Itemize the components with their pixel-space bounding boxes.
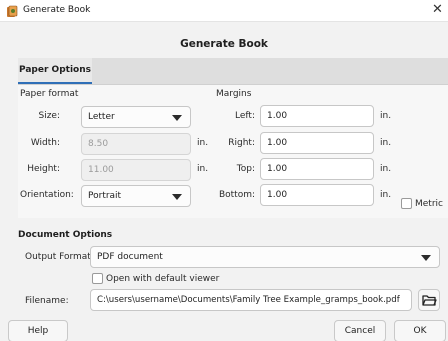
height-label: Height: [27,164,60,174]
cancel-button[interactable]: Cancel [334,320,386,341]
width-field[interactable]: 8.50 [81,133,191,155]
paper-format-label: Paper format [20,89,79,99]
width-unit: in. [197,138,209,148]
left-margin-label: Left: [235,111,255,121]
open-default-viewer-label: Open with default viewer [106,274,220,284]
size-value: Letter [88,112,115,122]
top-margin-field[interactable]: 1.00 [260,158,374,180]
bottom-margin-unit: in. [380,190,392,200]
metric-checkbox[interactable] [401,198,412,209]
right-margin-label: Right: [228,138,255,148]
chevron-down-icon [172,194,182,200]
margins-label: Margins [216,89,252,99]
height-field[interactable]: 11.00 [81,159,191,181]
left-margin-unit: in. [380,111,392,121]
right-margin-unit: in. [380,138,392,148]
help-button[interactable]: Help [8,320,68,341]
gramps-book-icon [6,5,19,18]
top-margin-label: Top: [236,164,255,174]
top-margin-unit: in. [380,164,392,174]
orientation-select[interactable]: Portrait [81,185,191,207]
output-format-value: PDF document [97,252,163,262]
window-title: Generate Book [23,5,91,15]
orientation-label: Orientation: [20,190,74,200]
output-format-label: Output Format: [25,252,94,262]
chevron-down-icon [421,255,431,261]
dialog-heading: Generate Book [180,38,268,50]
height-unit: in. [197,164,209,174]
metric-label: Metric [415,199,443,209]
left-margin-field[interactable]: 1.00 [260,105,374,127]
bottom-margin-field[interactable]: 1.00 [260,184,374,206]
chevron-down-icon [172,115,182,121]
output-format-select[interactable]: PDF document [90,246,440,268]
size-select[interactable]: Letter [81,106,191,128]
bottom-margin-label: Bottom: [218,190,255,200]
document-options-title: Document Options [18,230,113,240]
filename-label: Filename: [25,296,69,306]
open-default-viewer-checkbox[interactable] [92,273,103,284]
right-margin-field[interactable]: 1.00 [260,132,374,154]
folder-open-icon [422,295,437,306]
ok-button[interactable]: OK [394,320,446,341]
filename-field[interactable]: C:\users\username\Documents\Family Tree … [90,289,412,311]
browse-folder-button[interactable] [418,289,440,311]
width-label: Width: [30,138,60,148]
orientation-value: Portrait [88,191,122,201]
size-label: Size: [38,111,60,121]
tab-paper-options[interactable]: Paper Options [18,58,92,84]
close-icon[interactable]: ✕ [432,2,443,17]
